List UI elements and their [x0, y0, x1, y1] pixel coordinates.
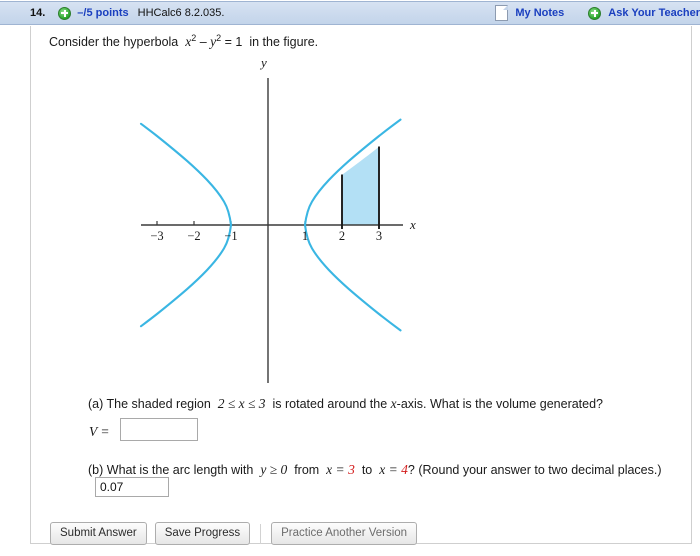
ask-your-teacher-link[interactable]: Ask Your Teacher — [608, 7, 700, 19]
question-header-bar: 14. –/5 points HHCalc6 8.2.035. My Notes… — [0, 1, 700, 25]
practice-another-version-button[interactable]: Practice Another Version — [271, 522, 418, 545]
tick-label-pos3: 3 — [375, 229, 383, 243]
stem-exponent-x: 2 — [191, 33, 197, 43]
points-label: –/5 points — [77, 7, 129, 19]
part-b-text-3: to — [361, 463, 373, 477]
question-stem: Consider the hyperbola x2 – y2 = 1 in th… — [49, 33, 318, 50]
curve-right-lower — [303, 223, 402, 332]
part-a-text: (a) The shaded region 2 ≤ x ≤ 3 is rotat… — [88, 396, 603, 412]
action-button-row: Submit Answer Save Progress Practice Ano… — [50, 522, 418, 545]
part-b-text: (b) What is the arc length with y ≥ 0 fr… — [88, 462, 662, 478]
stem-equals-one: = 1 — [224, 35, 243, 50]
shaded-region — [342, 146, 379, 225]
part-b-x2-value: 4 — [401, 462, 408, 477]
part-b-x1-value: 3 — [348, 462, 355, 477]
header-right-actions: My Notes Ask Your Teacher — [495, 5, 700, 21]
note-page-icon[interactable] — [495, 5, 509, 21]
stem-text-after: in the figure. — [249, 35, 319, 50]
stem-text-before: Consider the hyperbola — [49, 35, 179, 50]
my-notes-link[interactable]: My Notes — [515, 7, 564, 19]
part-a-text-1: The shaded region — [106, 397, 211, 411]
tick-label-neg2: −2 — [187, 229, 201, 243]
x-axis-label: x — [410, 217, 416, 232]
part-a-inequality: 2 ≤ x ≤ 3 — [217, 396, 266, 411]
hyperbola-figure: y x −3 −2 −1 1 2 3 — [120, 55, 430, 390]
arc-length-answer-input[interactable] — [95, 477, 169, 497]
button-divider — [260, 523, 262, 544]
tick-label-neg1: −1 — [224, 229, 238, 243]
save-progress-button[interactable]: Save Progress — [154, 522, 251, 545]
ask-teacher-plus-icon[interactable] — [588, 6, 602, 20]
part-b-text-2: from — [294, 463, 320, 477]
part-a-text-2: is rotated around the — [272, 397, 388, 411]
part-b-x2-label: x = — [379, 462, 398, 477]
stem-minus-sign: – — [199, 35, 207, 50]
tick-label-neg3: −3 — [150, 229, 164, 243]
submit-answer-button[interactable]: Submit Answer — [50, 522, 147, 545]
curve-left-upper — [139, 122, 233, 227]
tick-label-pos2: 2 — [338, 229, 346, 243]
part-b-text-1: What is the arc length with — [106, 463, 254, 477]
part-b-label: (b) — [88, 463, 104, 477]
plus-circle-icon[interactable] — [58, 6, 72, 20]
part-b-text-4: ? (Round your answer to two decimal plac… — [407, 463, 662, 477]
stem-exponent-y: 2 — [216, 33, 222, 43]
volume-label: V = — [89, 424, 110, 439]
part-a-text-3: -axis. What is the volume generated? — [396, 397, 604, 411]
part-b-x1-label: x = — [326, 462, 345, 477]
part-b-condition: y ≥ 0 — [260, 462, 288, 477]
tick-label-pos1: 1 — [301, 229, 309, 243]
question-code: HHCalc6 8.2.035. — [137, 7, 225, 19]
question-number: 14. — [30, 7, 46, 19]
hyperbola-plot-svg — [139, 78, 403, 383]
part-a-label: (a) — [88, 397, 104, 411]
y-axis-label: y — [261, 55, 267, 70]
volume-answer-input[interactable] — [120, 418, 198, 441]
